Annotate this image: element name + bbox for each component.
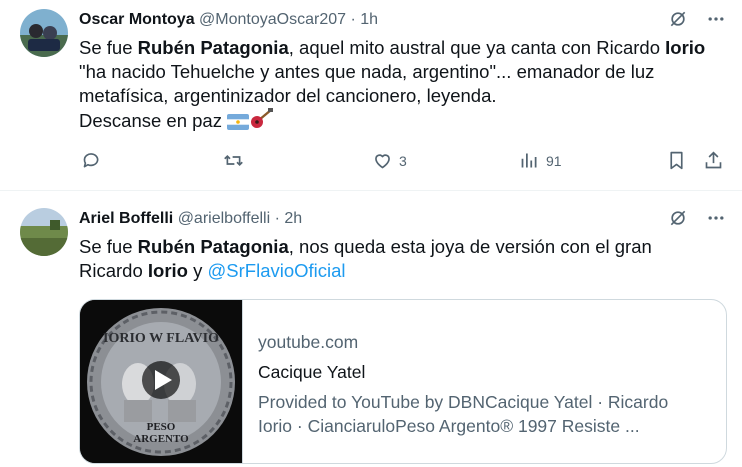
header-icons xyxy=(668,9,726,29)
card-title: Cacique Yatel xyxy=(258,362,366,382)
author-name[interactable]: Ariel Boffelli xyxy=(79,210,173,227)
guitar-icon xyxy=(249,108,274,136)
avatar[interactable] xyxy=(20,208,68,256)
share-icon xyxy=(705,151,722,169)
text-segment: , nos queda esta joya de versión con el … xyxy=(288,236,652,257)
like-count: 3 xyxy=(399,152,407,169)
timestamp[interactable]: 2h xyxy=(284,210,302,227)
action-bar: 3 91 xyxy=(79,150,729,174)
text-segment: y xyxy=(187,260,208,281)
like-icon xyxy=(375,154,390,169)
share-button[interactable] xyxy=(703,150,724,171)
video-thumbnail[interactable]: IORIO W FLAVIO PESO ARGENTO xyxy=(80,300,243,463)
card-text: youtube.com Cacique Yatel Provided to Yo… xyxy=(258,330,708,438)
text-line: metafísica, argentinizador del cancioner… xyxy=(79,85,497,106)
card-domain: youtube.com xyxy=(258,332,359,352)
thumbnail-bottom-text-1: PESO xyxy=(147,421,176,433)
author-name[interactable]: Oscar Montoya xyxy=(79,11,195,28)
like-button[interactable]: 3 xyxy=(372,150,407,171)
header-icons xyxy=(668,208,726,228)
argentina-flag-icon xyxy=(227,112,250,136)
author-handle[interactable]: @MontoyaOscar207 xyxy=(199,11,346,28)
text-bold: Rubén Patagonia xyxy=(137,37,289,58)
bookmark-icon xyxy=(670,151,683,170)
text-segment: Se fue xyxy=(79,37,138,58)
author-handle[interactable]: @arielboffelli xyxy=(178,210,270,227)
retweet-icon xyxy=(224,154,243,167)
text-bold: Iorio xyxy=(665,37,706,58)
reply-button[interactable] xyxy=(81,150,102,171)
text-line: Descanse en paz xyxy=(79,110,228,131)
more-icon[interactable] xyxy=(706,9,726,29)
grok-icon[interactable] xyxy=(668,9,688,29)
link-card[interactable]: IORIO W FLAVIO PESO ARGENTO youtube.com … xyxy=(79,299,727,464)
more-icon[interactable] xyxy=(706,208,726,228)
timestamp[interactable]: 1h xyxy=(360,11,378,28)
separator: · xyxy=(350,11,356,28)
text-segment: Ricardo xyxy=(79,260,148,281)
card-description: Provided to YouTube by DBNCacique Yatel … xyxy=(258,390,708,438)
text-bold: Iorio xyxy=(147,260,188,281)
tweet[interactable]: Ariel Boffelli @arielboffelli · 2h Se fu… xyxy=(0,191,742,467)
mention-link[interactable]: @SrFlavioOficial xyxy=(208,260,346,281)
views-count: 91 xyxy=(546,152,562,169)
card-description-line: Provided to YouTube by DBNCacique Yatel … xyxy=(258,392,669,412)
avatar[interactable] xyxy=(20,9,68,57)
bookmark-button[interactable] xyxy=(666,150,687,171)
tweet-text: Se fue Rubén Patagonia, nos queda esta j… xyxy=(79,235,729,283)
views-icon xyxy=(521,153,537,168)
card-description-line: Iorio · CianciaruloPeso Argento® 1997 Re… xyxy=(258,416,640,436)
views-button[interactable]: 91 xyxy=(519,150,562,171)
separator: · xyxy=(274,210,280,227)
text-line: "ha nacido Tehuelche y antes que nada, a… xyxy=(79,61,655,82)
text-segment: , aquel mito austral que ya canta con Ri… xyxy=(288,37,666,58)
text-segment: Se fue xyxy=(79,236,138,257)
text-bold: Rubén Patagonia xyxy=(137,236,289,257)
retweet-button[interactable] xyxy=(223,150,244,171)
tweet-header: Ariel Boffelli @arielboffelli · 2h xyxy=(79,209,302,229)
grok-icon[interactable] xyxy=(668,208,688,228)
tweet[interactable]: Oscar Montoya @MontoyaOscar207 · 1h Se f… xyxy=(0,0,742,191)
tweet-header: Oscar Montoya @MontoyaOscar207 · 1h xyxy=(79,10,378,30)
tweet-text: Se fue Rubén Patagonia, aquel mito austr… xyxy=(79,36,729,136)
thumbnail-top-text: IORIO W FLAVIO xyxy=(103,331,219,346)
reply-icon xyxy=(83,153,99,168)
thumbnail-bottom-text-2: ARGENTO xyxy=(133,433,189,445)
